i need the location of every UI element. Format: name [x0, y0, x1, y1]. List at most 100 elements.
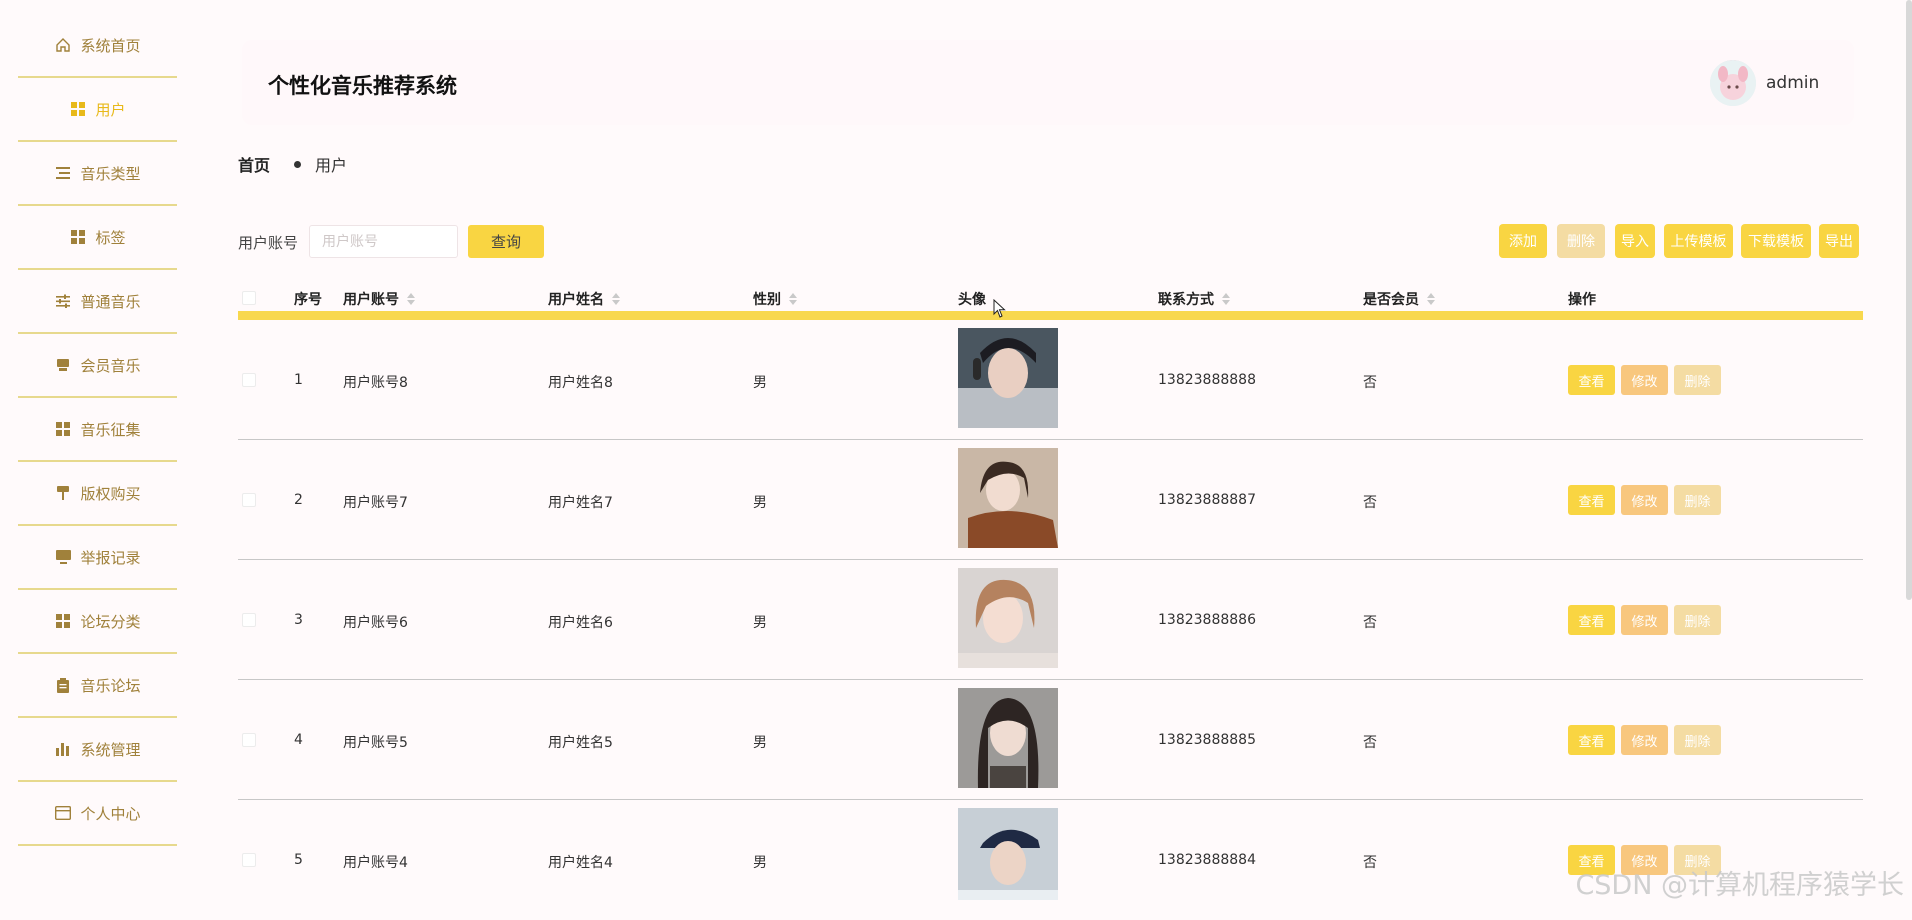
watermark: CSDN @计算机程序猿学长: [1575, 863, 1904, 902]
edit-button[interactable]: 修改: [1621, 485, 1668, 515]
cell-phone: 13823888887: [1158, 492, 1256, 508]
cell-phone: 13823888886: [1158, 612, 1256, 628]
view-button[interactable]: 查看: [1568, 485, 1615, 515]
sidebar-item-normal-music[interactable]: 普通音乐: [18, 270, 177, 334]
sidebar-item-reports[interactable]: 举报记录: [18, 526, 177, 590]
column-header-label: 性别: [753, 289, 781, 309]
row-checkbox[interactable]: [242, 613, 256, 627]
delete-button[interactable]: 删除: [1674, 725, 1721, 755]
sidebar-item-music-type[interactable]: 音乐类型: [18, 142, 177, 206]
list-icon: [54, 164, 72, 182]
import-button[interactable]: 导入: [1615, 224, 1655, 258]
select-all-checkbox[interactable]: [242, 291, 256, 305]
sort-icon[interactable]: [407, 293, 415, 305]
add-button[interactable]: 添加: [1499, 224, 1547, 258]
sidebar-item-label: 论坛分类: [80, 611, 140, 632]
sidebar-item-system[interactable]: 系统管理: [18, 718, 177, 782]
avatar-photo[interactable]: [958, 328, 1058, 428]
row-checkbox[interactable]: [242, 493, 256, 507]
cell-gender: 男: [753, 612, 767, 632]
username[interactable]: admin: [1766, 73, 1819, 93]
edit-button[interactable]: 修改: [1621, 725, 1668, 755]
export-button[interactable]: 导出: [1819, 224, 1859, 258]
row-checkbox[interactable]: [242, 853, 256, 867]
cell-gender: 男: [753, 492, 767, 512]
scrollbar[interactable]: [1906, 0, 1912, 600]
grid-icon: [69, 228, 87, 246]
sort-icon[interactable]: [789, 293, 797, 305]
sidebar-item-music-forum[interactable]: 音乐论坛: [18, 654, 177, 718]
avatar-photo[interactable]: [958, 688, 1058, 788]
sidebar-item-label: 音乐类型: [80, 163, 140, 184]
table-header: 序号 用户账号 用户姓名 性别 头像 联系方式 是否会员 操作: [238, 282, 1863, 320]
sidebar-item-forum-category[interactable]: 论坛分类: [18, 590, 177, 654]
grid-icon: [54, 420, 72, 438]
column-header-account[interactable]: 用户账号: [343, 289, 415, 309]
home-icon: [54, 36, 72, 54]
batch-delete-button[interactable]: 删除: [1557, 224, 1605, 258]
column-header-name[interactable]: 用户姓名: [548, 289, 620, 309]
breadcrumb: 首页 用户: [238, 152, 347, 176]
column-header-label: 操作: [1568, 289, 1596, 309]
grid-icon: [69, 100, 87, 118]
row-checkbox[interactable]: [242, 373, 256, 387]
row-checkbox[interactable]: [242, 733, 256, 747]
view-button[interactable]: 查看: [1568, 365, 1615, 395]
column-header-label: 用户账号: [343, 289, 399, 309]
sidebar-item-music-collect[interactable]: 音乐征集: [18, 398, 177, 462]
monitor-icon: [54, 548, 72, 566]
sidebar-item-label: 系统管理: [80, 739, 140, 760]
column-header-label: 头像: [958, 289, 986, 309]
view-button[interactable]: 查看: [1568, 605, 1615, 635]
sidebar-item-profile[interactable]: 个人中心: [18, 782, 177, 846]
cell-name: 用户姓名4: [548, 852, 613, 872]
cell-phone: 13823888888: [1158, 372, 1256, 388]
sliders-icon: [54, 292, 72, 310]
column-header-member[interactable]: 是否会员: [1363, 289, 1435, 309]
sidebar-item-label: 音乐征集: [80, 419, 140, 440]
clipboard-icon: [54, 676, 72, 694]
sort-icon[interactable]: [612, 293, 620, 305]
sidebar-item-member-music[interactable]: 会员音乐: [18, 334, 177, 398]
edit-button[interactable]: 修改: [1621, 365, 1668, 395]
table-row: 1 用户账号8 用户姓名8 男 13823888888 否 查看 修改 删除: [238, 320, 1863, 440]
column-header-actions: 操作: [1568, 289, 1596, 309]
delete-button[interactable]: 删除: [1674, 365, 1721, 395]
breadcrumb-home[interactable]: 首页: [238, 152, 270, 176]
delete-button[interactable]: 删除: [1674, 605, 1721, 635]
sidebar-item-user[interactable]: 用户: [18, 78, 177, 142]
edit-button[interactable]: 修改: [1621, 605, 1668, 635]
cell-account: 用户账号4: [343, 852, 408, 872]
user-table: 序号 用户账号 用户姓名 性别 头像 联系方式 是否会员 操作 1 用户账号8 …: [238, 282, 1863, 920]
sort-icon[interactable]: [1427, 293, 1435, 305]
sidebar-item-tags[interactable]: 标签: [18, 206, 177, 270]
view-button[interactable]: 查看: [1568, 725, 1615, 755]
search-button[interactable]: 查询: [468, 225, 544, 258]
cell-gender: 男: [753, 852, 767, 872]
sidebar-item-home[interactable]: 系统首页: [18, 14, 177, 78]
avatar-photo[interactable]: [958, 568, 1058, 668]
top-bar: 个性化音乐推荐系统 admin: [242, 40, 1854, 125]
cell-account: 用户账号5: [343, 732, 408, 752]
sidebar-item-label: 系统首页: [80, 35, 140, 56]
paint-roller-icon: [54, 484, 72, 502]
sidebar-item-copyright[interactable]: 版权购买: [18, 462, 177, 526]
avatar[interactable]: [1710, 60, 1756, 106]
column-header-label: 用户姓名: [548, 289, 604, 309]
delete-button[interactable]: 删除: [1674, 485, 1721, 515]
avatar-photo[interactable]: [958, 808, 1058, 900]
column-header-label: 是否会员: [1363, 289, 1419, 309]
avatar-photo[interactable]: [958, 448, 1058, 548]
search-input[interactable]: [309, 225, 458, 258]
id-card-icon: [54, 804, 72, 822]
app-title: 个性化音乐推荐系统: [268, 70, 457, 100]
upload-template-button[interactable]: 上传模板: [1664, 224, 1733, 258]
column-header-phone[interactable]: 联系方式: [1158, 289, 1230, 309]
cell-index: 3: [294, 612, 303, 628]
sidebar-item-label: 音乐论坛: [80, 675, 140, 696]
download-template-button[interactable]: 下载模板: [1741, 224, 1811, 258]
sidebar: 系统首页 用户 音乐类型 标签 普通音乐 会员音乐 音乐征集: [0, 0, 215, 912]
breadcrumb-current: 用户: [315, 152, 347, 176]
sort-icon[interactable]: [1222, 293, 1230, 305]
column-header-gender[interactable]: 性别: [753, 289, 797, 309]
